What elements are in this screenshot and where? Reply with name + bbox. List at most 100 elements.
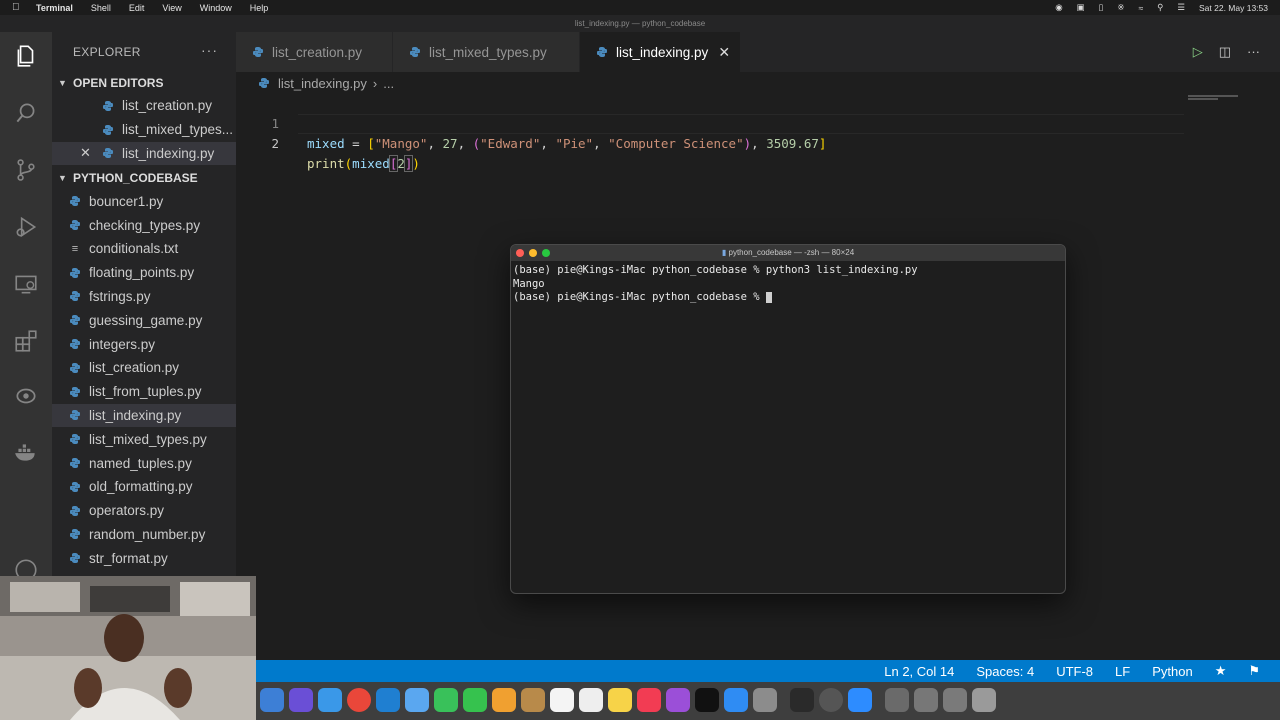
- cursor-position[interactable]: Ln 2, Col 14: [884, 664, 954, 679]
- folder-section[interactable]: ▼ PYTHON_CODEBASE: [52, 167, 236, 189]
- extensions-icon[interactable]: [12, 327, 40, 355]
- file-item[interactable]: list_mixed_types.py: [52, 427, 236, 451]
- file-item[interactable]: checking_types.py: [52, 213, 236, 237]
- breadcrumb-symbol[interactable]: ...: [383, 76, 394, 91]
- minimap[interactable]: [1188, 94, 1238, 104]
- vscode-icon[interactable]: [376, 688, 400, 712]
- menu-shell[interactable]: Shell: [91, 3, 111, 13]
- menu-help[interactable]: Help: [250, 3, 269, 13]
- finder-icon[interactable]: [260, 688, 284, 712]
- file-item[interactable]: ≡ conditionals.txt: [52, 237, 236, 261]
- control-center-icon[interactable]: ☰: [1177, 2, 1185, 13]
- language-mode[interactable]: Python: [1152, 664, 1192, 679]
- file-item[interactable]: bouncer1.py: [52, 189, 236, 213]
- launchpad-icon[interactable]: [289, 688, 313, 712]
- minimize-window-button[interactable]: [529, 249, 537, 257]
- explorer-icon[interactable]: [12, 42, 40, 70]
- encoding[interactable]: UTF-8: [1056, 664, 1093, 679]
- code-line[interactable]: 2 print(mixed[2]): [236, 114, 1236, 172]
- screenshots-stack-icon[interactable]: [914, 688, 938, 712]
- app-store-icon[interactable]: [724, 688, 748, 712]
- podcasts-icon[interactable]: [666, 688, 690, 712]
- file-item[interactable]: integers.py: [52, 332, 236, 356]
- code-line[interactable]: 1 mixed = ["Mango", 27, ("Edward", "Pie"…: [236, 94, 1236, 151]
- run-debug-icon[interactable]: [12, 213, 40, 241]
- open-editor-item-active[interactable]: ✕ list_indexing.py: [52, 141, 236, 166]
- open-editors-section[interactable]: ▼ OPEN EDITORS: [52, 72, 236, 94]
- file-item[interactable]: operators.py: [52, 499, 236, 523]
- file-item[interactable]: list_indexing.py: [52, 403, 236, 428]
- messages-icon[interactable]: [463, 688, 487, 712]
- menu-window[interactable]: Window: [200, 3, 232, 13]
- system-preferences-icon[interactable]: [753, 688, 777, 712]
- safari-icon[interactable]: [318, 688, 342, 712]
- downloads-stack-icon[interactable]: [885, 688, 909, 712]
- notifications-bell-icon[interactable]: ⚑: [1248, 663, 1260, 679]
- menubar-clock[interactable]: Sat 22. May 13:53: [1199, 3, 1268, 13]
- facetime-icon[interactable]: [434, 688, 458, 712]
- wifi-icon[interactable]: ≈: [1138, 3, 1143, 13]
- apple-icon[interactable]: : [12, 2, 26, 13]
- obs-icon[interactable]: [819, 688, 843, 712]
- terminal-titlebar[interactable]: ▮ python_codebase — -zsh — 80×24: [511, 245, 1065, 261]
- file-item[interactable]: list_creation.py: [52, 356, 236, 380]
- screen-icon[interactable]: ▣: [1077, 2, 1085, 13]
- file-item[interactable]: random_number.py: [52, 523, 236, 547]
- file-label: list_from_tuples.py: [89, 384, 202, 400]
- run-icon[interactable]: ▷: [1193, 44, 1203, 60]
- battery-icon[interactable]: ▯: [1099, 2, 1104, 13]
- menu-edit[interactable]: Edit: [129, 3, 145, 13]
- indentation[interactable]: Spaces: 4: [976, 664, 1034, 679]
- file-item[interactable]: fstrings.py: [52, 285, 236, 309]
- terminal-output[interactable]: (base) pie@Kings-iMac python_codebase % …: [511, 261, 1065, 308]
- mail-icon[interactable]: [405, 688, 429, 712]
- reminders-icon[interactable]: [579, 688, 603, 712]
- terminal-window[interactable]: ▮ python_codebase — -zsh — 80×24 (base) …: [510, 244, 1066, 594]
- calendar-icon[interactable]: [550, 688, 574, 712]
- close-tab-icon[interactable]: ✕: [718, 44, 730, 61]
- folder-icon: ▮: [721, 248, 727, 257]
- file-item[interactable]: str_format.py: [52, 546, 236, 570]
- file-item[interactable]: guessing_game.py: [52, 308, 236, 332]
- file-item[interactable]: old_formatting.py: [52, 475, 236, 499]
- trash-icon[interactable]: [972, 688, 996, 712]
- documents-stack-icon[interactable]: [943, 688, 967, 712]
- menu-view[interactable]: View: [162, 3, 181, 13]
- tab-list-indexing[interactable]: list_indexing.py ✕: [580, 32, 740, 72]
- spotlight-icon[interactable]: ⚲: [1157, 2, 1163, 13]
- python-tools-icon[interactable]: [12, 382, 40, 410]
- notes-icon[interactable]: [608, 688, 632, 712]
- file-label: integers.py: [89, 336, 156, 352]
- open-editor-item[interactable]: list_creation.py: [52, 94, 236, 118]
- close-window-button[interactable]: [516, 249, 524, 257]
- source-control-icon[interactable]: [12, 156, 40, 184]
- zoom-window-button[interactable]: [542, 249, 550, 257]
- code-token: ): [412, 156, 420, 171]
- search-icon[interactable]: [12, 99, 40, 127]
- split-editor-icon[interactable]: ◫: [1219, 44, 1231, 60]
- breadcrumb-file[interactable]: list_indexing.py: [278, 76, 367, 91]
- contacts-icon[interactable]: [521, 688, 545, 712]
- menu-app-name[interactable]: Terminal: [36, 3, 73, 13]
- file-item[interactable]: named_tuples.py: [52, 451, 236, 475]
- open-editor-item[interactable]: list_mixed_types...: [52, 118, 236, 142]
- more-actions-icon[interactable]: ···: [201, 42, 218, 58]
- bluetooth-icon[interactable]: ※: [1117, 2, 1124, 13]
- docker-icon[interactable]: [12, 438, 40, 466]
- terminal-icon[interactable]: [790, 688, 814, 712]
- tab-list-creation[interactable]: list_creation.py: [236, 32, 392, 72]
- file-item[interactable]: list_from_tuples.py: [52, 380, 236, 404]
- tab-list-mixed-types[interactable]: list_mixed_types.py: [393, 32, 579, 72]
- file-item[interactable]: floating_points.py: [52, 261, 236, 285]
- more-actions-icon[interactable]: ···: [1247, 44, 1260, 60]
- photos-icon[interactable]: [492, 688, 516, 712]
- status-menu-icon[interactable]: ◉: [1055, 2, 1062, 13]
- music-icon[interactable]: [637, 688, 661, 712]
- feedback-icon[interactable]: ★: [1215, 663, 1227, 679]
- zoom-icon[interactable]: [848, 688, 872, 712]
- end-of-line[interactable]: LF: [1115, 664, 1130, 679]
- chrome-icon[interactable]: [347, 688, 371, 712]
- remote-explorer-icon[interactable]: [12, 270, 40, 298]
- tv-icon[interactable]: [695, 688, 719, 712]
- close-icon[interactable]: ✕: [80, 145, 91, 161]
